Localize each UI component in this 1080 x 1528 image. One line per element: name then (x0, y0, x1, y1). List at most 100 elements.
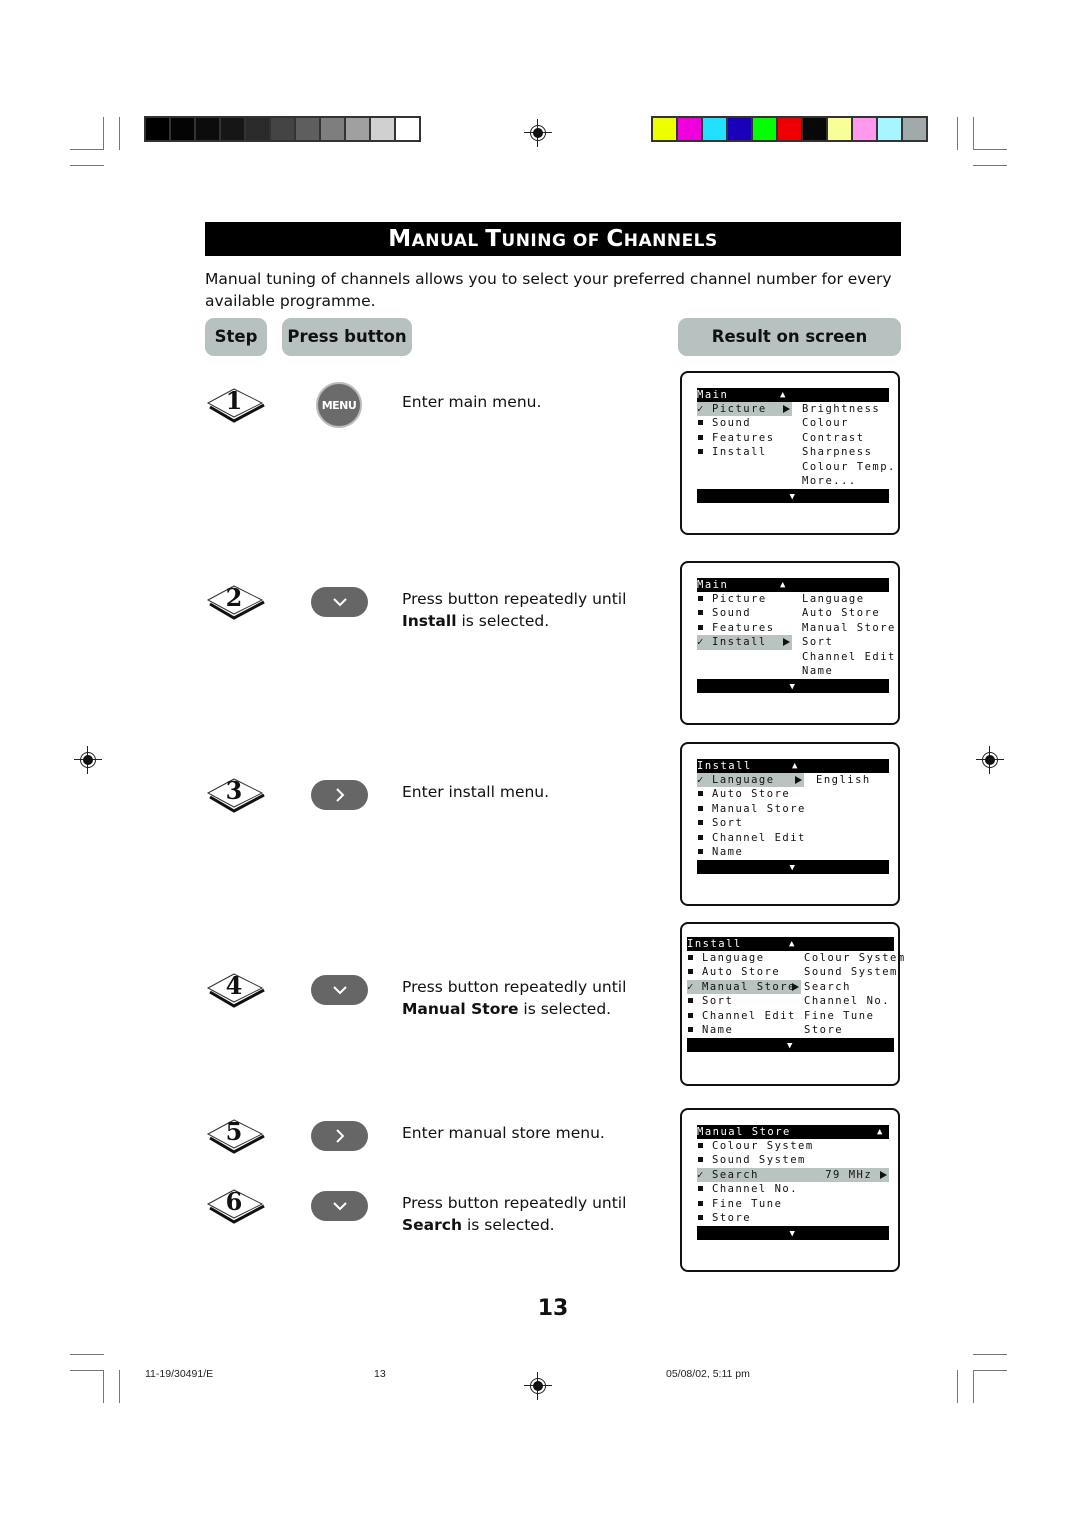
arrow-right-icon: 79 MHz (825, 1168, 887, 1182)
osd-footer: ▼ (697, 489, 889, 504)
osd-footer: ▼ (697, 860, 889, 875)
arrow-down-icon: ▼ (789, 682, 797, 693)
step-number-label: 3 (225, 776, 243, 805)
step-number-3: 3 (206, 773, 266, 813)
osd-footer: ▼ (687, 1038, 894, 1053)
osd-item-label: Sort (702, 995, 734, 1008)
registration-mark-icon (976, 746, 1004, 774)
step-number-1: 1 (206, 383, 266, 423)
osd-menu-item: Sound (697, 606, 792, 620)
arrow-up-icon: ▲ (789, 939, 796, 949)
osd-item-label: Colour System (712, 1140, 814, 1152)
chevron-down-icon (332, 986, 347, 995)
arrow-right-icon (783, 402, 790, 416)
bullet-icon (698, 1200, 703, 1206)
bullet-icon (688, 969, 693, 975)
color-swatch (678, 118, 701, 140)
crop-mark (103, 117, 104, 150)
cursor-right-button (311, 1121, 368, 1151)
registration-mark-icon (74, 746, 102, 774)
footer-doc-code: 11-19/30491/E (145, 1368, 214, 1380)
bullet-icon (698, 420, 703, 426)
crop-mark (119, 1370, 120, 1403)
menu-button: MENU (316, 382, 362, 428)
osd-header-title: Install (697, 760, 752, 772)
step-instruction: Press button repeatedly until Install is … (402, 590, 627, 630)
osd-menu-item: Sort (687, 994, 801, 1008)
color-swatch (778, 118, 801, 140)
gray-swatch (271, 118, 294, 140)
osd-menu-item: Channel No. (697, 1182, 889, 1196)
gray-swatch (246, 118, 269, 140)
cursor-down-button (311, 1191, 368, 1221)
arrow-down-icon: ▼ (789, 492, 797, 503)
osd-menu-item: ✓ Language (697, 773, 804, 788)
chevron-right-icon (335, 788, 344, 802)
osd-submenu-item: Manual Store (802, 621, 896, 634)
cursor-down-button (311, 975, 368, 1005)
osd-menu-item: Channel Edit (697, 831, 804, 845)
osd-menu-item: Language (687, 951, 801, 965)
arrow-down-icon: ▼ (789, 863, 797, 874)
check-icon: ✓ (697, 774, 705, 786)
arrow-right-icon (792, 980, 799, 994)
color-swatch (903, 118, 926, 140)
gray-swatch (371, 118, 394, 140)
crop-mark (973, 1370, 1007, 1371)
bullet-icon (698, 805, 703, 811)
step-number-label: 2 (225, 583, 243, 612)
step-number-label: 5 (225, 1117, 243, 1146)
color-swatch (728, 118, 751, 140)
crop-mark (973, 117, 974, 150)
arrow-right-icon (783, 635, 790, 649)
osd-item-label: Features (712, 621, 775, 634)
color-swatch (878, 118, 901, 140)
bullet-icon (698, 1186, 703, 1192)
osd-footer: ▼ (697, 1226, 889, 1241)
bullet-icon (698, 449, 703, 455)
gray-swatch (221, 118, 244, 140)
bullet-icon (688, 955, 693, 960)
osd-submenu-item: More... (802, 475, 857, 487)
osd-item-label: Features (712, 431, 775, 444)
bullet-icon (698, 834, 703, 840)
crop-mark (973, 149, 1007, 150)
color-swatch (828, 118, 851, 140)
osd-item-label: Manual Store (712, 802, 806, 815)
step-number-label: 4 (225, 971, 243, 1000)
osd-submenu-item: Channel No. (804, 995, 891, 1008)
osd-item-label: Store (712, 1212, 752, 1224)
osd-item-label: Picture (712, 403, 767, 415)
osd-submenu-item: Name (802, 665, 834, 677)
osd-header-title: Main (697, 579, 729, 591)
footer-page: 13 (374, 1368, 386, 1380)
osd-item-label: Sound (712, 607, 752, 620)
osd-menu-item: ✓ Manual Store (687, 979, 801, 995)
osd-submenu-item: Language (802, 593, 865, 605)
header-step: Step (205, 318, 267, 356)
osd-header: Install ▲ (697, 759, 889, 773)
osd-menu-item: Auto Store (697, 787, 804, 801)
osd-submenu-item: Contrast (802, 431, 865, 444)
gray-swatch (171, 118, 194, 140)
crop-mark (973, 165, 1007, 166)
osd-submenu-item: Brightness (802, 403, 881, 415)
osd-submenu-item: Sharpness (802, 446, 873, 459)
check-icon: ✓ (697, 1168, 705, 1181)
arrow-up-icon: ▲ (792, 761, 799, 771)
osd-footer: ▼ (697, 679, 889, 694)
arrow-up-icon: ▲ (780, 580, 787, 590)
crop-mark (70, 149, 104, 150)
osd-header: Install ▲ (687, 937, 894, 951)
osd-item-label: Auto Store (702, 966, 781, 979)
osd-menu-item: Manual Store (697, 802, 804, 816)
color-swatch (653, 118, 676, 140)
crop-mark (957, 1370, 958, 1403)
step-number-6: 6 (206, 1184, 266, 1224)
registration-mark-icon (524, 119, 552, 147)
bullet-icon (698, 624, 703, 630)
header-result-on-screen: Result on screen (678, 318, 901, 356)
osd-submenu-item: English (816, 774, 871, 786)
osd-submenu-item: Colour System (804, 952, 906, 964)
osd-item-label: Sort (712, 817, 744, 830)
